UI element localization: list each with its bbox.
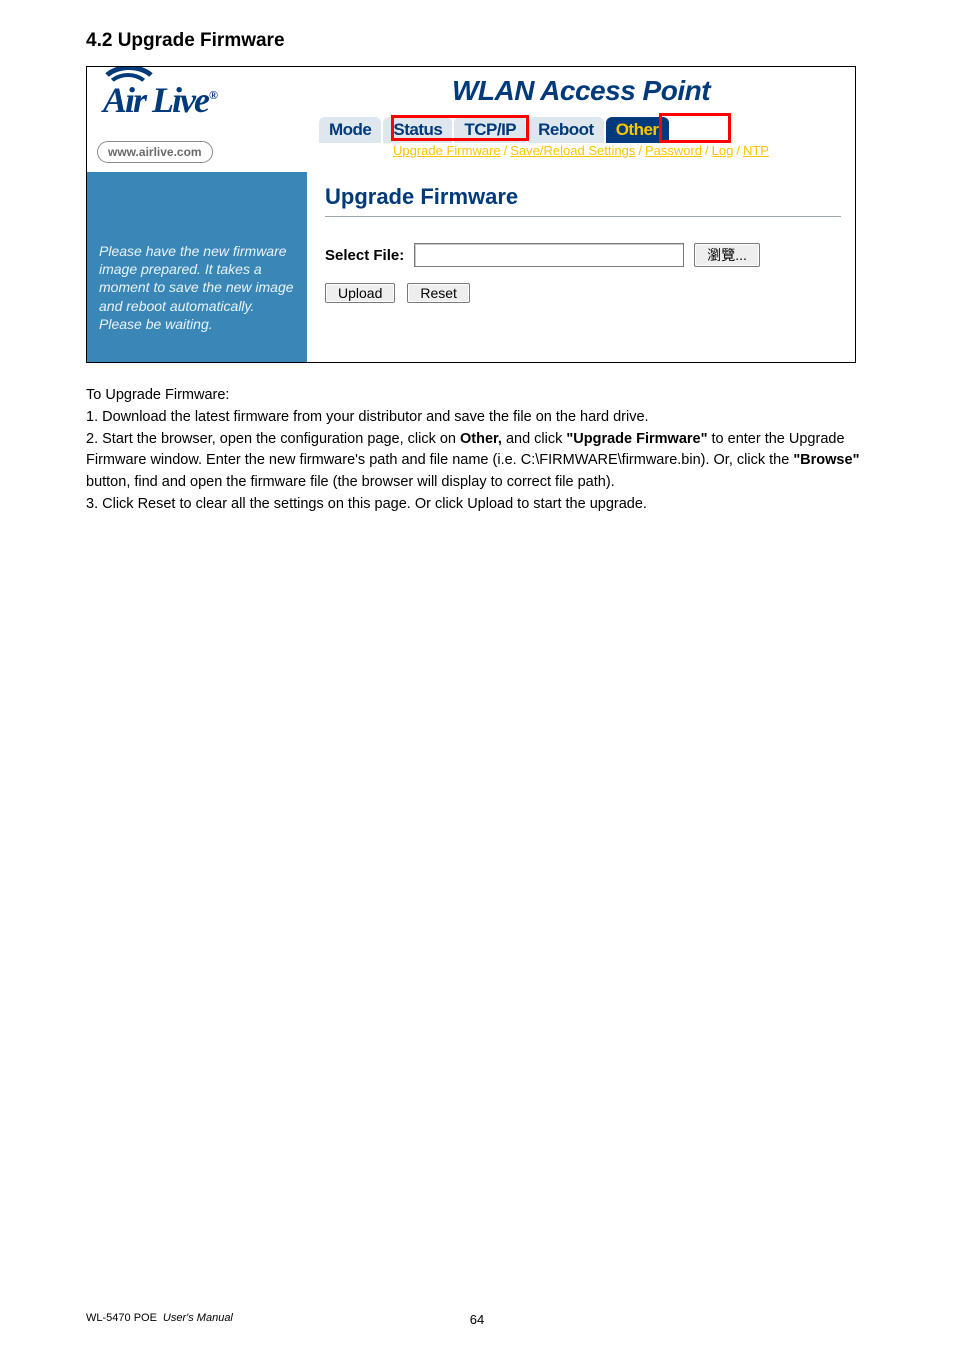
screenshot-panel: Air Live® www.airlive.com WLAN Access Po… xyxy=(86,66,856,363)
page-footer: WL-5470 POE User's Manual 64 xyxy=(86,1312,868,1324)
airlive-logo-text: Air Live® xyxy=(103,79,216,121)
step-2: 2. Start the browser, open the configura… xyxy=(86,429,866,494)
left-help-rail: Please have the new firmware image prepa… xyxy=(87,172,307,362)
link-save-reload[interactable]: Save/Reload Settings xyxy=(510,143,635,158)
body-band: Please have the new firmware image prepa… xyxy=(87,172,855,362)
header-band: Air Live® www.airlive.com WLAN Access Po… xyxy=(87,67,855,172)
panel-title: Upgrade Firmware xyxy=(325,184,841,210)
upload-button[interactable]: Upload xyxy=(325,283,395,303)
tab-other[interactable]: Other xyxy=(606,117,669,143)
tab-reboot[interactable]: Reboot xyxy=(528,117,604,143)
logo-url-pill: www.airlive.com xyxy=(97,141,213,163)
step-3: 3. Click Reset to clear all the settings… xyxy=(86,494,866,516)
reset-button[interactable]: Reset xyxy=(407,283,470,303)
tab-tcpip[interactable]: TCP/IP xyxy=(454,117,526,143)
panel-divider xyxy=(325,216,841,217)
intro-line: To Upgrade Firmware: xyxy=(86,385,866,407)
title-area: WLAN Access Point Mode Status TCP/IP Reb… xyxy=(307,67,855,172)
step-1: 1. Download the latest firmware from you… xyxy=(86,407,866,429)
link-password[interactable]: Password xyxy=(645,143,702,158)
select-file-label: Select File: xyxy=(325,247,404,264)
sub-nav: Upgrade Firmware/Save/Reload Settings/Pa… xyxy=(393,143,769,158)
instruction-text: To Upgrade Firmware: 1. Download the lat… xyxy=(86,385,866,516)
footer-model: WL-5470 POE xyxy=(86,1312,157,1324)
tabbar: Mode Status TCP/IP Reboot Other Upgrade … xyxy=(319,117,855,165)
section-heading: 4.2 Upgrade Firmware xyxy=(86,30,868,52)
footer-manual: User's Manual xyxy=(163,1312,233,1324)
link-log[interactable]: Log xyxy=(712,143,734,158)
link-upgrade-firmware[interactable]: Upgrade Firmware xyxy=(393,143,501,158)
select-file-row: Select File: 瀏覽... xyxy=(325,243,841,267)
link-ntp[interactable]: NTP xyxy=(743,143,769,158)
logo-area: Air Live® www.airlive.com xyxy=(87,67,307,172)
file-path-input[interactable] xyxy=(414,243,684,267)
browse-button[interactable]: 瀏覽... xyxy=(694,243,760,267)
tab-status[interactable]: Status xyxy=(383,117,452,143)
wlan-title: WLAN Access Point xyxy=(307,75,855,107)
content-area: Upgrade Firmware Select File: 瀏覽... Uplo… xyxy=(307,172,855,362)
tab-mode[interactable]: Mode xyxy=(319,117,381,143)
footer-page-number: 64 xyxy=(470,1312,484,1327)
